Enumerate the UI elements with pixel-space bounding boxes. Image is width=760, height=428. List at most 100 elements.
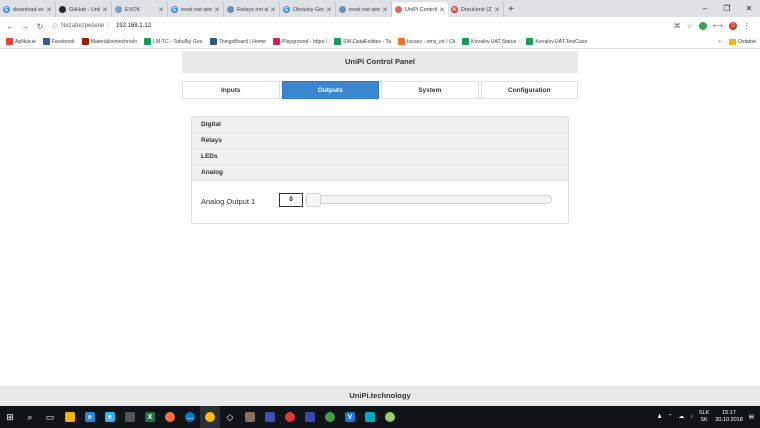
bookmark-item[interactable]: Issues · oms_int / Cli: [397, 38, 455, 45]
sheets-icon: [334, 38, 342, 45]
bookmarks-overflow: » Ostatné: [718, 35, 756, 48]
translate-icon[interactable]: ⌘: [674, 22, 681, 30]
bookmark-label: ThingsBoard | Home: [218, 38, 267, 45]
app-glyph: [165, 412, 175, 422]
analog-output-slider[interactable]: [306, 193, 552, 207]
app-icon-4[interactable]: [320, 406, 340, 428]
bookmark-item[interactable]: Playground - https:/: [273, 38, 327, 45]
tab-system[interactable]: System: [381, 81, 479, 99]
volume-icon[interactable]: ♪: [690, 414, 693, 420]
extension-icon[interactable]: [698, 22, 707, 30]
other-bookmarks-label[interactable]: Ostatné: [738, 39, 756, 45]
notepad-icon[interactable]: [240, 406, 260, 428]
page-title: UniPi Control Panel: [182, 51, 578, 73]
edge-icon[interactable]: e: [80, 406, 100, 428]
clock[interactable]: 15:17 30.10.2018: [715, 410, 743, 424]
bookmark-label: Materiálovotechnolo: [90, 38, 137, 45]
extension-icon-2[interactable]: ⟷: [713, 22, 723, 30]
browser-tab[interactable]: GObrázky Goog✕: [280, 2, 336, 17]
bookmark-item[interactable]: Kovalov.UAT.Status -: [462, 38, 519, 45]
tab-configuration[interactable]: Configuration: [480, 81, 578, 99]
language-indicator[interactable]: SLK SK: [699, 410, 709, 424]
ie-icon[interactable]: e: [100, 406, 120, 428]
new-tab-button[interactable]: +: [504, 2, 518, 17]
section-relays[interactable]: Relays: [192, 133, 568, 149]
close-icon[interactable]: ✕: [326, 6, 332, 14]
tab-label: evok not work: [349, 6, 381, 13]
facebook-icon: [42, 38, 50, 45]
bookmark-item[interactable]: Materiálovotechnolo: [81, 38, 137, 45]
chrome-icon[interactable]: [200, 406, 220, 428]
close-icon[interactable]: ✕: [214, 6, 220, 14]
file-explorer-icon[interactable]: [60, 406, 80, 428]
bookmark-item[interactable]: Facebook: [42, 38, 75, 45]
app-icon-5[interactable]: [360, 406, 380, 428]
opera-icon[interactable]: [280, 406, 300, 428]
section-analog[interactable]: Analog: [192, 165, 568, 181]
url-text[interactable]: 192.168.1.12: [116, 23, 151, 29]
messenger-icon[interactable]: …: [180, 406, 200, 428]
bookmark-item[interactable]: SW-DataEntities - Ta: [334, 38, 391, 45]
tab-favicon: G: [171, 6, 178, 13]
app-icon-3[interactable]: [300, 406, 320, 428]
browser-tab[interactable]: Relays not sho✕: [224, 2, 280, 17]
slider-handle[interactable]: [306, 193, 321, 207]
menu-icon[interactable]: ⋮: [743, 22, 750, 30]
bookmarks-more-button[interactable]: »: [718, 39, 721, 45]
address-bar: ← → ↻ ⓘ Nezabezpečené | 192.168.1.12 ⌘ ☆…: [0, 17, 760, 35]
browser-tab[interactable]: GitHub - UniPi✕: [56, 2, 112, 17]
ie-glyph: e: [105, 412, 115, 422]
close-icon[interactable]: ✕: [382, 6, 388, 14]
close-icon[interactable]: ✕: [439, 6, 445, 14]
tab-label: evok not wor: [181, 6, 213, 13]
app-icon-2[interactable]: [260, 406, 280, 428]
store-icon[interactable]: [120, 406, 140, 428]
close-icon[interactable]: ✕: [494, 6, 500, 14]
section-digital[interactable]: Digital: [192, 117, 568, 133]
task-view-icon[interactable]: ▭: [40, 406, 60, 428]
apps-icon: [6, 38, 13, 45]
tab-inputs[interactable]: Inputs: [182, 81, 280, 99]
browser-tab[interactable]: M Doručené (2) ✕: [448, 2, 504, 17]
page-content: UniPi Control Panel Inputs Outputs Syste…: [0, 49, 760, 406]
star-icon[interactable]: ☆: [687, 22, 693, 30]
vscode-icon[interactable]: V: [340, 406, 360, 428]
close-icon[interactable]: ✕: [270, 6, 276, 14]
close-icon[interactable]: ✕: [102, 6, 108, 14]
code-icon[interactable]: ◇: [220, 406, 240, 428]
section-leds[interactable]: LEDs: [192, 149, 568, 165]
browser-tab[interactable]: Gevok not wor ✕: [168, 2, 224, 17]
browser-tab[interactable]: EVOK ✕: [112, 2, 168, 17]
bookmark-item[interactable]: LM-TC - Tabuľky Goo: [144, 38, 203, 45]
bookmark-item[interactable]: Aplikácie: [6, 38, 36, 45]
browser-tab[interactable]: evok not work ✕: [336, 2, 392, 17]
app-icon-6[interactable]: [380, 406, 400, 428]
cloud-icon[interactable]: ☁: [679, 414, 685, 420]
info-icon[interactable]: ⓘ: [52, 22, 58, 31]
search-icon[interactable]: ⌕: [20, 406, 40, 428]
browser-tab-active[interactable]: UniPi Control ✕: [392, 2, 448, 17]
close-window-button[interactable]: ✕: [738, 0, 760, 17]
chevron-up-icon[interactable]: ⌃: [668, 414, 673, 420]
avatar[interactable]: D: [729, 22, 737, 30]
forward-arrow-icon[interactable]: →: [19, 22, 31, 31]
excel-icon[interactable]: X: [140, 406, 160, 428]
tab-label: Obrázky Goog: [293, 6, 324, 13]
bookmark-item[interactable]: Kovalov.UAT.TestCase: [526, 38, 587, 45]
notification-icon[interactable]: ▤: [749, 414, 754, 420]
browser-tab[interactable]: Gdownload evo ✕: [0, 2, 56, 17]
maximize-button[interactable]: ❐: [716, 0, 738, 17]
people-icon[interactable]: ♟: [657, 414, 662, 420]
bookmark-item[interactable]: ThingsBoard | Home: [209, 38, 267, 45]
close-icon[interactable]: ✕: [158, 6, 164, 14]
close-icon[interactable]: ✕: [46, 6, 52, 14]
omnibox[interactable]: ⓘ Nezabezpečené | 192.168.1.12: [49, 19, 674, 33]
app-icon[interactable]: [160, 406, 180, 428]
reload-icon[interactable]: ↻: [34, 22, 46, 31]
bookmark-icon: [81, 38, 89, 45]
tab-outputs[interactable]: Outputs: [281, 81, 379, 99]
windows-start-icon[interactable]: ⊞: [0, 406, 20, 428]
minimize-button[interactable]: –: [694, 0, 716, 17]
bookmark-label: LM-TC - Tabuľky Goo: [153, 38, 203, 45]
back-arrow-icon[interactable]: ←: [4, 22, 16, 31]
